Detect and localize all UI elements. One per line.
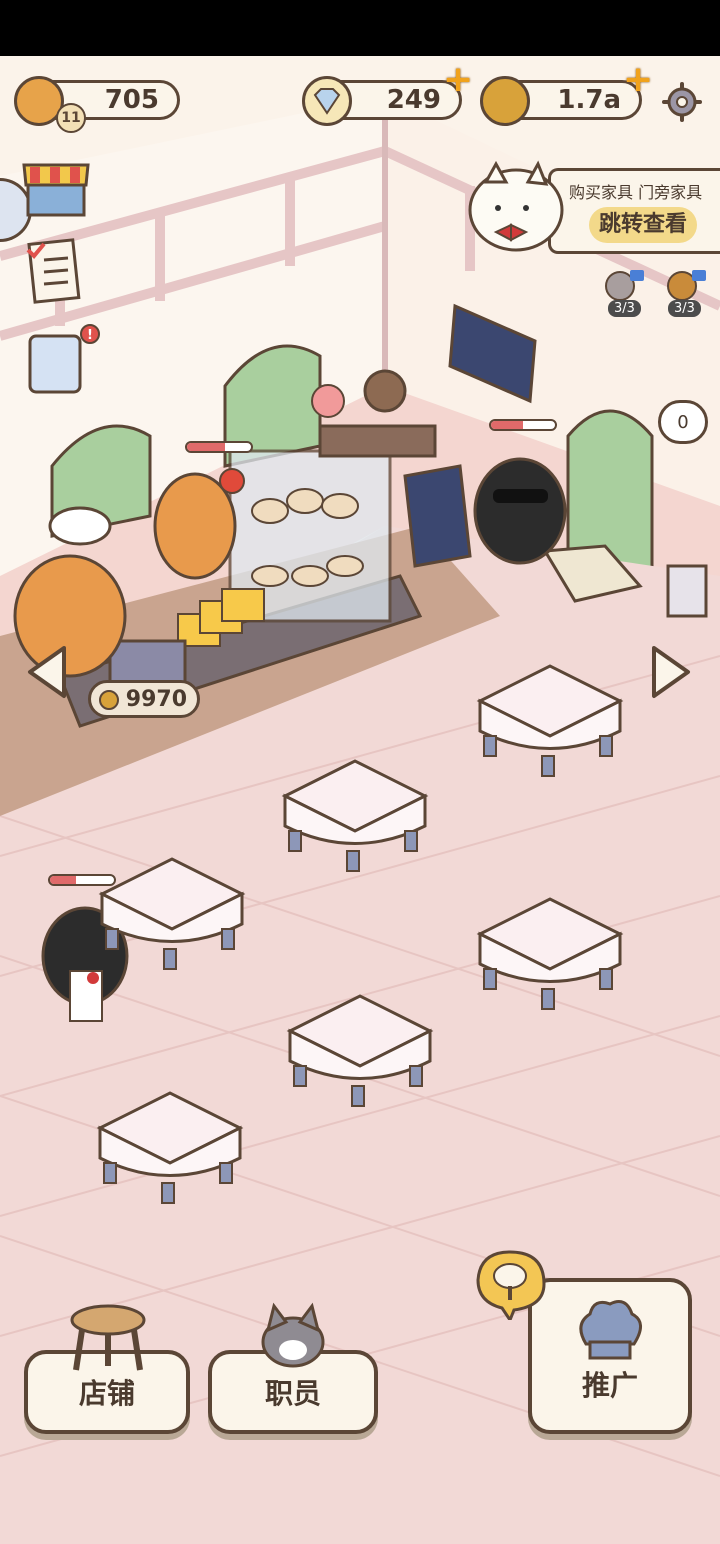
bread-level-badge: 11 bbox=[56, 103, 86, 133]
chef-progress-bar bbox=[185, 441, 253, 453]
staff-button-label: 职员 bbox=[264, 1377, 321, 1410]
promo-banner[interactable]: 购买家具 门旁家具 跳转查看 bbox=[548, 168, 720, 254]
dining-table[interactable] bbox=[90, 1088, 250, 1218]
arrow-left-icon[interactable] bbox=[24, 644, 70, 700]
coin-value: 1.7a bbox=[557, 85, 621, 115]
store-button-label: 店铺 bbox=[78, 1377, 135, 1410]
ad-boost-icon bbox=[605, 270, 644, 301]
task-list-icon[interactable] bbox=[22, 236, 90, 308]
boost-slot-2[interactable]: 3/3 bbox=[662, 268, 714, 317]
add-coin-button[interactable]: + bbox=[623, 62, 653, 98]
door-cat-progress-bar bbox=[489, 419, 557, 431]
add-diamond-button[interactable]: + bbox=[443, 62, 473, 98]
counter-coins-value: 9970 bbox=[125, 686, 187, 712]
counter-coins[interactable]: 9970 bbox=[88, 680, 200, 718]
status-bar bbox=[0, 0, 720, 56]
svg-text:!: ! bbox=[87, 328, 93, 343]
bread-value: 705 bbox=[104, 85, 159, 115]
white-cat-mascot-icon bbox=[468, 160, 564, 252]
diamond-value: 249 bbox=[386, 85, 441, 115]
ad-coin-boost-icon bbox=[667, 270, 706, 301]
speech-bubble[interactable]: 0 bbox=[658, 400, 708, 444]
gear-icon[interactable] bbox=[662, 82, 702, 122]
coin-icon bbox=[480, 76, 530, 126]
boost-slot-1[interactable]: 3/3 bbox=[600, 268, 652, 317]
staff-cat-icon bbox=[261, 1302, 325, 1368]
dining-table[interactable] bbox=[470, 661, 630, 781]
shop-icon[interactable] bbox=[20, 155, 92, 221]
promo-cta-button[interactable]: 跳转查看 bbox=[589, 207, 698, 243]
dining-table[interactable] bbox=[470, 894, 630, 1024]
dining-table[interactable] bbox=[92, 854, 252, 984]
arrow-right-icon[interactable] bbox=[648, 644, 694, 700]
dining-table[interactable] bbox=[280, 991, 440, 1121]
chef-hat-icon bbox=[579, 1300, 642, 1360]
boost-count: 3/3 bbox=[668, 300, 701, 317]
speech-bubble-count: 0 bbox=[677, 411, 689, 433]
promote-button-label: 推广 bbox=[581, 1369, 638, 1402]
promo-text: 购买家具 门旁家具 bbox=[569, 183, 703, 202]
waiter-progress-bar bbox=[48, 874, 116, 886]
dining-table[interactable] bbox=[275, 756, 435, 886]
stool-icon bbox=[70, 1304, 146, 1371]
diamond-icon bbox=[302, 76, 352, 126]
calendar-icon[interactable]: ! bbox=[26, 322, 100, 398]
boost-count: 3/3 bbox=[608, 300, 641, 317]
fan-bubble-icon[interactable] bbox=[474, 1250, 550, 1320]
bread-level: 11 bbox=[61, 110, 81, 126]
coin-icon bbox=[99, 690, 119, 710]
